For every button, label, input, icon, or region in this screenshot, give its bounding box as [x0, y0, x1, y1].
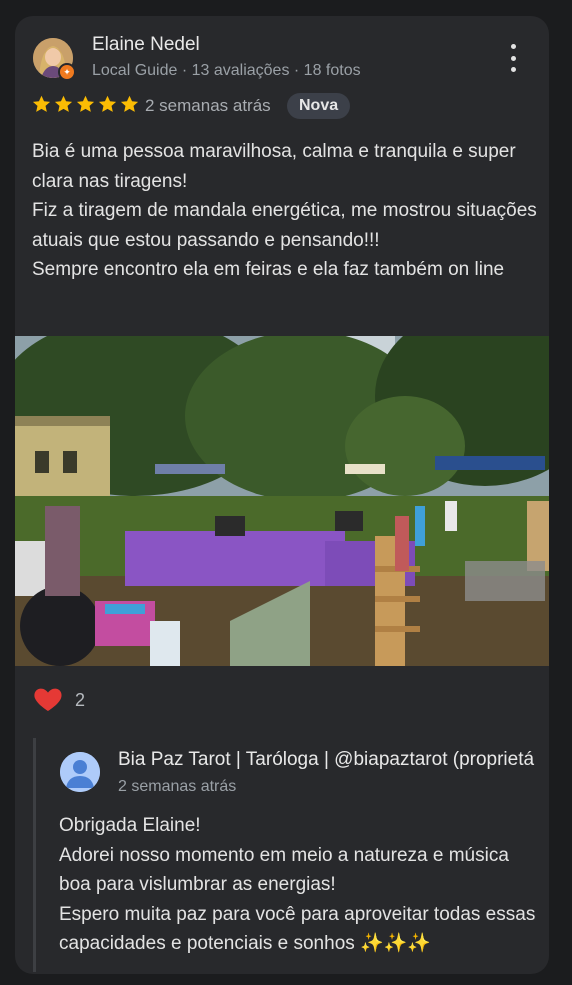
star-icon: [54, 95, 73, 112]
review-date: 2 semanas atrás: [145, 96, 271, 115]
star-rating: [31, 94, 140, 115]
star-icon: [98, 95, 117, 112]
review-card: ✦ Elaine Nedel Local Guide · 13 avaliaçõ…: [15, 16, 549, 974]
like-count: 2: [75, 690, 86, 710]
heart-icon[interactable]: [31, 683, 65, 715]
star-icon: [120, 95, 139, 112]
reply-text: Obrigada Elaine! Adorei nosso momento em…: [59, 815, 536, 954]
owner-name[interactable]: Bia Paz Tarot | Taróloga | @biapaztarot …: [118, 749, 534, 771]
star-icon: [32, 95, 51, 112]
reviewer-name[interactable]: Elaine Nedel: [92, 34, 200, 56]
more-vert-icon[interactable]: [503, 44, 523, 72]
review-text: Bia é uma pessoa maravilhosa, calma e tr…: [32, 141, 537, 280]
reviewer-meta: Local Guide · 13 avaliações · 18 fotos: [92, 62, 361, 79]
new-badge: Nova: [287, 93, 351, 119]
reply-divider: [33, 738, 36, 972]
person-avatar-icon[interactable]: [60, 752, 100, 792]
local-guide-badge-icon: ✦: [58, 63, 76, 81]
star-icon: [76, 95, 95, 112]
reply-date: 2 semanas atrás: [118, 778, 237, 795]
fair-scene-illustration: [15, 336, 549, 666]
review-photo[interactable]: [15, 336, 549, 666]
